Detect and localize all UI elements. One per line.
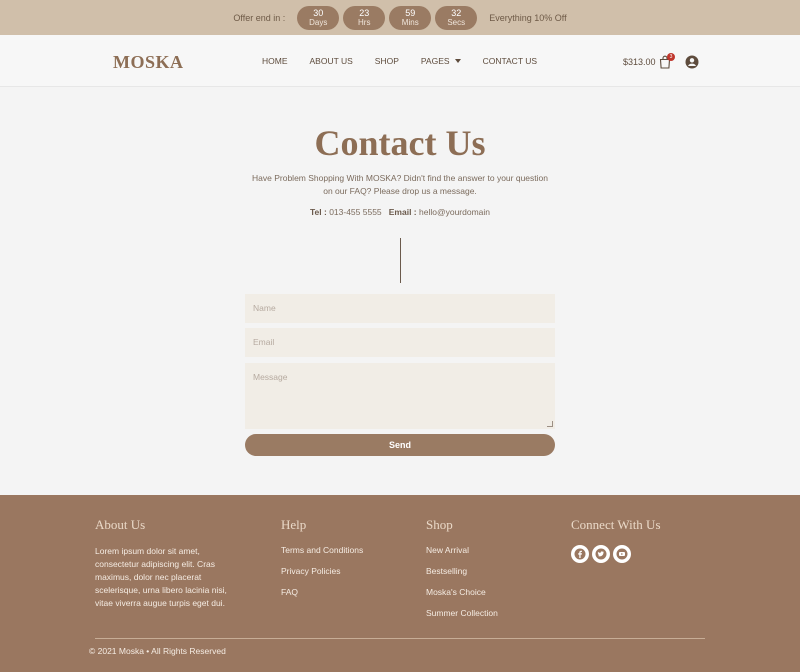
email-value: hello@yourdomain — [419, 207, 491, 217]
facebook-glyph — [574, 548, 586, 560]
countdown-days: 30 Days — [297, 5, 340, 30]
email-label: Email : — [388, 207, 417, 217]
social-links — [571, 545, 661, 563]
footer-link-bestselling[interactable]: Bestselling — [426, 566, 498, 576]
footer-link-privacy[interactable]: Privacy Policies — [281, 566, 363, 576]
footer-shop: Shop New Arrival Bestselling Moska's Cho… — [426, 517, 498, 629]
countdown-hours-unit: Hrs — [358, 18, 371, 27]
page-title: Contact Us — [314, 123, 486, 163]
cart-total[interactable]: $313.00 — [623, 57, 656, 67]
footer-connect: Connect With Us — [571, 517, 661, 563]
countdown-secs: 32 Secs — [435, 5, 478, 30]
footer-link-new-arrival[interactable]: New Arrival — [426, 545, 498, 555]
nav-shop[interactable]: SHOP — [375, 56, 399, 66]
countdown-hours-value: 23 — [359, 8, 370, 18]
footer-link-faq[interactable]: FAQ — [281, 587, 363, 597]
nav-pages-label: PAGES — [420, 56, 450, 66]
offer-bar: Offer end in : 30 Days 23 Hrs 59 Mins 32… — [0, 0, 800, 35]
nav-contact-us[interactable]: CONTACT US — [483, 56, 537, 66]
footer-about: About Us Lorem ipsum dolor sit amet, con… — [95, 517, 240, 610]
footer-about-title: About Us — [95, 517, 146, 532]
footer-divider — [95, 638, 705, 639]
footer-help-title: Help — [281, 517, 307, 532]
cart-count-badge: 3 — [667, 53, 675, 61]
footer-about-text: Lorem ipsum dolor sit amet, consectetur … — [95, 546, 227, 608]
youtube-glyph — [616, 548, 628, 560]
chevron-down-icon — [454, 59, 461, 63]
resize-handle-icon[interactable] — [547, 421, 553, 427]
site-logo[interactable]: MOSKA — [113, 52, 184, 73]
footer-link-terms[interactable]: Terms and Conditions — [281, 545, 363, 555]
countdown-secs-value: 32 — [451, 8, 462, 18]
name-field[interactable]: Name — [245, 294, 555, 323]
countdown-mins-unit: Mins — [401, 18, 419, 27]
countdown-hours: 23 Hrs — [343, 5, 386, 30]
main-nav: HOME ABOUT US SHOP PAGES CONTACT US — [262, 35, 559, 87]
countdown-days-unit: Days — [309, 18, 328, 27]
contact-details: Tel : 013-455 5555 Email : hello@yourdom… — [0, 207, 800, 217]
countdown-days-value: 30 — [313, 8, 324, 18]
user-account-icon[interactable] — [685, 55, 699, 69]
copyright-text: © 2021 Moska • All Rights Reserved — [89, 646, 226, 656]
site-footer: About Us Lorem ipsum dolor sit amet, con… — [0, 495, 800, 672]
vertical-divider — [400, 238, 401, 283]
youtube-icon[interactable] — [613, 545, 631, 563]
twitter-glyph — [595, 548, 607, 560]
tel-value: 013-455 5555 — [329, 207, 382, 217]
offer-label: Offer end in : — [233, 12, 286, 23]
nav-pages[interactable]: PAGES — [421, 56, 461, 66]
tel-label: Tel : — [309, 207, 327, 217]
nav-about-us[interactable]: ABOUT US — [310, 56, 353, 66]
nav-home[interactable]: HOME — [262, 56, 288, 66]
email-field[interactable]: Email — [245, 328, 555, 357]
footer-help: Help Terms and Conditions Privacy Polici… — [281, 517, 363, 608]
footer-shop-title: Shop — [426, 517, 453, 532]
contact-intro: Have Problem Shopping With MOSKA? Didn't… — [245, 172, 555, 198]
facebook-icon[interactable] — [571, 545, 589, 563]
offer-note: Everything 10% Off — [489, 12, 567, 23]
message-field[interactable]: Message — [245, 363, 555, 429]
footer-link-moskas-choice[interactable]: Moska's Choice — [426, 587, 498, 597]
message-placeholder: Message — [253, 372, 288, 382]
contact-intro-line-2: on our FAQ? Please drop us a message. — [323, 186, 477, 196]
twitter-icon[interactable] — [592, 545, 610, 563]
contact-intro-line-1: Have Problem Shopping With MOSKA? Didn't… — [252, 173, 548, 183]
countdown-mins-value: 59 — [405, 8, 416, 18]
site-header: MOSKA HOME ABOUT US SHOP PAGES CONTACT U… — [0, 35, 800, 87]
footer-link-summer-collection[interactable]: Summer Collection — [426, 608, 498, 618]
countdown-mins: 59 Mins — [389, 5, 432, 30]
countdown-secs-unit: Secs — [447, 18, 466, 27]
footer-connect-title: Connect With Us — [571, 517, 661, 532]
send-button[interactable]: Send — [245, 434, 555, 456]
